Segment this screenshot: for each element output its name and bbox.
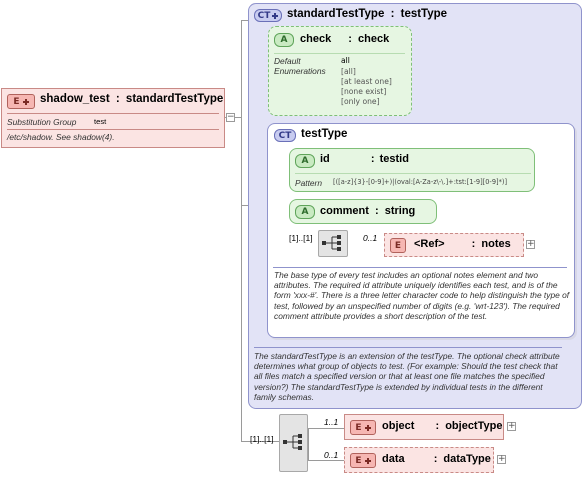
substitution-group-value: test: [94, 117, 107, 126]
complex-type-name: standardTestType: [287, 8, 385, 20]
sequence-compositor[interactable]: [279, 414, 308, 472]
check-attribute[interactable]: A check : check Default Enumerations all…: [268, 26, 412, 116]
expand-toggle[interactable]: +: [497, 455, 506, 464]
object-cardinality: 1..1: [324, 417, 339, 427]
sequence-cardinality: [1]..[1]: [250, 434, 274, 444]
attribute-name: id: [320, 153, 330, 165]
notes-ref-element[interactable]: E <Ref> : notes: [384, 233, 524, 257]
sequence-compositor[interactable]: [318, 230, 348, 257]
element-name: shadow_test: [40, 93, 110, 105]
expand-toggle[interactable]: +: [526, 240, 535, 249]
element-badge-icon: E: [390, 238, 406, 253]
attribute-type: string: [384, 205, 416, 217]
pattern-label: Pattern: [295, 178, 323, 188]
comment-attribute[interactable]: A comment : string: [289, 199, 437, 224]
sequence-icon: [283, 434, 302, 450]
complex-type-base: testType: [400, 8, 448, 20]
default-value: all: [341, 56, 350, 65]
object-element[interactable]: E object : objectType: [344, 414, 504, 440]
data-element[interactable]: E data : dataType: [344, 447, 494, 473]
element-name: <Ref>: [414, 238, 445, 250]
sequence-icon: [322, 235, 341, 251]
enumeration-value: [at least one]: [341, 77, 392, 86]
element-documentation: /etc/shadow. See shadow(4).: [7, 132, 115, 142]
complex-type-badge-icon: CT: [274, 129, 296, 142]
attribute-type: testid: [379, 153, 409, 165]
type-separator: :: [115, 93, 120, 105]
complex-type-name: testType: [301, 128, 348, 140]
data-cardinality: 0..1: [324, 450, 339, 460]
element-badge-icon: E: [350, 453, 376, 468]
complex-type-documentation: The base type of every test includes an …: [274, 270, 570, 321]
complex-type-documentation: The standardTestType is an extension of …: [254, 351, 560, 402]
attribute-type: check: [358, 33, 390, 45]
element-type: objectType: [445, 420, 503, 432]
substitution-group-label: Substitution Group: [7, 117, 77, 127]
enumeration-value: [only one]: [341, 97, 380, 106]
expand-toggle[interactable]: +: [507, 422, 516, 431]
enumeration-value: [none exist]: [341, 87, 387, 96]
element-type: notes: [481, 238, 511, 250]
element-badge-icon: E: [350, 420, 376, 435]
notes-cardinality: 0..1: [363, 233, 378, 243]
element-type: dataType: [443, 453, 491, 465]
pattern-value: [([a-z]{3}-[0-9]+)|(oval:[A-Za-z\-\.]+:t…: [333, 178, 508, 186]
element-name: data: [382, 453, 405, 465]
complex-type-badge-icon: CT: [254, 9, 282, 22]
attribute-badge-icon: A: [295, 154, 315, 168]
enumerations-label: Enumerations: [274, 66, 326, 76]
attribute-badge-icon: A: [274, 33, 294, 47]
attribute-name: check: [300, 33, 332, 45]
element-type: standardTestType: [125, 93, 224, 105]
id-attribute[interactable]: A id : testid Pattern [([a-z]{3}-[0-9]+)…: [289, 148, 535, 192]
attribute-name: comment: [320, 205, 369, 217]
default-label: Default: [274, 56, 301, 66]
enumeration-value: [all]: [341, 67, 356, 76]
shadow-test-element[interactable]: E shadow_test : standardTestType Substit…: [1, 88, 225, 148]
collapse-toggle[interactable]: −: [226, 113, 235, 122]
sequence-cardinality: [1]..[1]: [289, 233, 313, 243]
element-name: object: [382, 420, 415, 432]
attribute-badge-icon: A: [295, 205, 315, 219]
element-badge-icon: E: [7, 94, 35, 109]
